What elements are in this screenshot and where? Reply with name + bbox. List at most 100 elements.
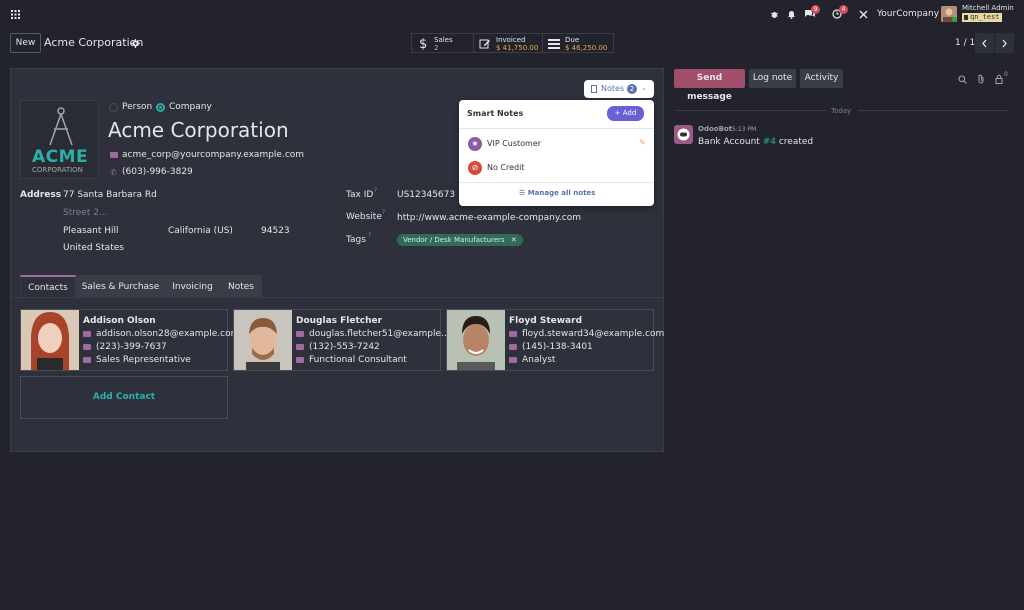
gear-icon[interactable]: [130, 38, 140, 48]
tax-id-label: Tax ID: [346, 190, 374, 200]
email-field[interactable]: acme_corp@yourcompany.example.com: [122, 150, 304, 160]
tag-remove-icon[interactable]: ✕: [511, 236, 517, 244]
due-stat-label: Due: [565, 36, 580, 44]
pager-next-button[interactable]: [995, 33, 1014, 53]
radio-company[interactable]: [156, 103, 165, 112]
search-icon[interactable]: [957, 74, 967, 84]
radio-person[interactable]: [109, 103, 118, 112]
bank-account-link[interactable]: #4: [763, 137, 776, 147]
contact-photo: [21, 310, 79, 370]
messages-badge: 9: [811, 5, 820, 14]
database-name: qn_test: [962, 13, 1002, 22]
tab-contacts[interactable]: Contacts: [20, 275, 76, 297]
tags-help[interactable]: ?: [368, 232, 371, 239]
tags-label: Tags: [346, 235, 366, 245]
briefcase-icon: [509, 356, 517, 363]
radio-company-label[interactable]: Company: [169, 102, 212, 112]
radio-person-label[interactable]: Person: [122, 102, 152, 112]
user-avatar[interactable]: [941, 6, 957, 22]
sales-stat-button[interactable]: $ Sales 2: [411, 33, 474, 53]
new-button[interactable]: New: [10, 33, 41, 53]
notes-button[interactable]: Notes 2 ⌄: [584, 80, 654, 98]
contact-email-text: douglas.fletcher51@example.…: [309, 329, 453, 339]
message-author[interactable]: OdooBot: [698, 125, 732, 133]
contact-job: Functional Consultant: [296, 355, 407, 365]
activity-badge: 4: [839, 5, 848, 14]
contact-photo: [447, 310, 505, 370]
database-name-text: qn_test: [970, 13, 1000, 21]
contact-email: douglas.fletcher51@example.…: [296, 329, 453, 339]
partner-name[interactable]: Acme Corporation: [108, 118, 289, 142]
message-body: Bank Account #4 created: [698, 137, 813, 147]
phone-field[interactable]: (603)-996-3829: [122, 167, 193, 177]
tax-id-help[interactable]: ?: [374, 187, 377, 194]
contact-card[interactable]: Floyd Steward floyd.steward34@example.co…: [446, 309, 664, 371]
contact-job: Sales Representative: [83, 355, 191, 365]
contact-name: Douglas Fletcher: [296, 316, 383, 326]
pager-value[interactable]: 1 / 1: [955, 38, 975, 48]
envelope-icon: [83, 330, 91, 337]
country-field[interactable]: United States: [63, 243, 124, 253]
messages-icon[interactable]: 9: [803, 5, 820, 19]
user-name[interactable]: Mitchell Admin: [962, 4, 1014, 12]
contact-email: addison.olson28@example.com: [83, 329, 239, 339]
add-contact-button[interactable]: Add Contact: [20, 376, 228, 419]
contact-job-text: Analyst: [522, 355, 556, 365]
popover-divider: [459, 128, 654, 129]
company-logo[interactable]: ACME CORPORATION: [20, 100, 99, 179]
street2-field[interactable]: Street 2...: [63, 208, 108, 218]
address-label: Address: [20, 190, 62, 200]
note-item-vip[interactable]: ★ VIP Customer ✎: [459, 134, 654, 154]
odoobot-avatar[interactable]: [674, 125, 693, 144]
notification-bell-icon[interactable]: [786, 9, 796, 19]
message-time: 5:13 PM: [732, 126, 757, 133]
phone-icon: [296, 343, 304, 350]
sales-stat-value: 2: [434, 44, 439, 52]
send-message-button[interactable]: Send message: [674, 69, 745, 102]
apps-menu-icon[interactable]: [10, 9, 20, 19]
plus-icon: +: [614, 109, 621, 117]
invoiced-stat-button[interactable]: Invoiced $ 41,750.00: [473, 33, 543, 53]
note-item-label: VIP Customer: [487, 139, 542, 148]
tab-notes[interactable]: Notes: [220, 275, 262, 297]
add-note-button[interactable]: + Add: [607, 106, 644, 121]
website-field[interactable]: http://www.acme-example-company.com: [397, 213, 581, 223]
note-item-label: No Credit: [487, 163, 525, 172]
tools-icon[interactable]: [858, 9, 868, 19]
logo-text-acme: ACME: [32, 147, 89, 167]
city-field[interactable]: Pleasant Hill: [63, 226, 119, 236]
log-note-button[interactable]: Log note: [749, 69, 796, 88]
contact-job-text: Functional Consultant: [309, 355, 407, 365]
today-separator-line-right: [858, 110, 1008, 111]
website-help[interactable]: ?: [382, 209, 385, 216]
activity-clock-icon[interactable]: 4: [831, 5, 848, 20]
invoice-pencil-icon: [479, 38, 491, 49]
star-icon: ★: [468, 137, 482, 151]
paperclip-icon[interactable]: [976, 73, 986, 84]
tab-invoicing[interactable]: Invoicing: [165, 275, 220, 297]
note-item-no-credit[interactable]: ⊘ No Credit: [459, 158, 654, 178]
record-title: Acme Corporation: [44, 36, 144, 49]
pin-icon[interactable]: ✎: [639, 138, 646, 147]
list-icon: ☰: [519, 189, 526, 197]
chevron-left-icon: [982, 39, 987, 47]
street-field[interactable]: 77 Santa Barbara Rd: [63, 190, 157, 200]
logo-text-corporation: CORPORATION: [32, 166, 83, 174]
contact-card[interactable]: Addison Olson addison.olson28@example.co…: [20, 309, 239, 371]
manage-notes-link[interactable]: ☰ Manage all notes: [519, 189, 595, 197]
pager-prev-button[interactable]: [975, 33, 994, 53]
tab-sales-purchase[interactable]: Sales & Purchase: [76, 275, 165, 297]
tag-chip[interactable]: Vendor / Desk Manufacturers ✕: [397, 234, 523, 246]
due-stat-button[interactable]: Due $ 46,250.00: [542, 33, 614, 53]
zip-field[interactable]: 94523: [261, 226, 290, 236]
follow-lock-icon[interactable]: [994, 73, 1004, 84]
contact-card[interactable]: Douglas Fletcher douglas.fletcher51@exam…: [233, 309, 453, 371]
contact-phone-text: (132)-553-7242: [309, 342, 380, 352]
tax-id-field[interactable]: US12345673: [397, 190, 455, 200]
contact-job: Analyst: [509, 355, 555, 365]
activity-button[interactable]: Activity: [800, 69, 843, 88]
debug-bug-icon[interactable]: [769, 9, 779, 19]
today-separator: Today: [831, 107, 852, 115]
state-field[interactable]: California (US): [168, 226, 233, 236]
company-switcher[interactable]: YourCompany: [877, 9, 939, 19]
